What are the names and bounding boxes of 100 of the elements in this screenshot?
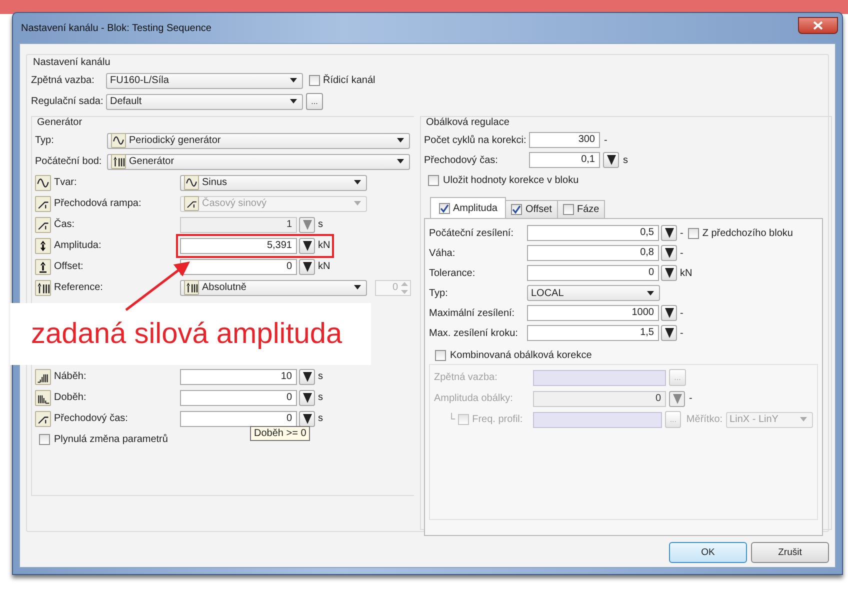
number-field[interactable]: 0 (533, 390, 666, 406)
tab[interactable]: Fáze (556, 200, 606, 218)
checkbox[interactable] (458, 414, 470, 425)
down-triangle-icon (606, 155, 616, 165)
spin-button[interactable] (299, 238, 315, 254)
dropdown[interactable]: Periodický generátor (107, 132, 410, 148)
number-field[interactable]: 0,8 (527, 245, 659, 261)
dropdown[interactable]: LOCAL (527, 285, 660, 301)
field-label: Max. zesílení kroku: (429, 328, 519, 338)
checkbox[interactable] (439, 202, 450, 214)
caret-icon (799, 417, 808, 422)
field-label: Zpětná vazba: (31, 75, 96, 86)
unit-label: s (318, 219, 323, 230)
field-label: Měřítko: (686, 414, 723, 425)
checkbox[interactable] (309, 75, 320, 86)
down-triangle-icon (302, 372, 312, 382)
unit-label: kN (318, 261, 330, 272)
checkbox-label: Řídicí kanál (323, 75, 376, 86)
spin-button[interactable] (299, 258, 315, 274)
checkbox[interactable] (511, 204, 522, 215)
field-label: Amplituda obálky: (434, 393, 514, 404)
dropdown[interactable]: Default (106, 94, 303, 110)
dropdown[interactable]: Generátor (107, 154, 410, 170)
ramp-icon (35, 216, 51, 232)
number-field[interactable]: 10 (180, 368, 297, 384)
field-label: Tvar: (54, 177, 77, 188)
unit-label: - (680, 308, 684, 318)
number-field[interactable]: 0 (180, 410, 297, 426)
dialog-button[interactable]: OK (669, 542, 747, 563)
dropdown[interactable]: Sinus (180, 174, 367, 190)
checkbox[interactable] (428, 174, 439, 186)
number-field[interactable]: 5,391 (180, 238, 297, 254)
field-label: Přechodový čas: (54, 413, 128, 424)
field-label: Váha: (429, 248, 456, 258)
field-label: Čas: (54, 219, 75, 230)
checkbox-label: Z předchozího bloku (702, 228, 793, 238)
sine-wave-icon (35, 174, 51, 190)
spin-button[interactable] (299, 390, 315, 406)
unit-label: kN (680, 268, 692, 278)
spin-button[interactable] (299, 368, 315, 384)
caret-icon (289, 99, 298, 104)
tab[interactable]: Amplituda (430, 197, 506, 218)
dialog-button[interactable]: Zrušit (751, 542, 829, 563)
spin-button[interactable] (661, 245, 677, 261)
spin-button[interactable] (299, 410, 315, 426)
number-field[interactable]: 0 (527, 265, 659, 281)
ramp-down-bars-icon (35, 390, 51, 406)
close-icon (813, 20, 823, 30)
text-field[interactable] (533, 370, 666, 386)
checkbox[interactable] (39, 434, 50, 444)
field-label: Amplituda: (54, 240, 102, 251)
dropdown[interactable]: FU160-L/Síla (106, 72, 303, 88)
number-field[interactable]: 0,1 (529, 152, 600, 168)
field-label: Regulační sada: (31, 96, 103, 107)
field-label: Tolerance: (429, 268, 476, 278)
field-label: Počáteční zesílení: (429, 228, 514, 238)
spin-button[interactable] (661, 305, 677, 321)
number-field[interactable]: 0 (180, 390, 297, 406)
number-field[interactable]: 1000 (527, 305, 659, 321)
checkbox-label: Kombinovaná obálková korekce (450, 350, 592, 360)
spin-button[interactable] (661, 265, 677, 281)
caret-icon (353, 285, 362, 290)
sine-wave-icon (184, 175, 199, 190)
text-field[interactable] (533, 412, 662, 428)
spin-arrows-icon (400, 280, 409, 294)
field-label: Přechodová rampa: (54, 198, 142, 209)
number-field[interactable]: 0 (180, 258, 297, 274)
unit-label: - (604, 134, 608, 146)
ramp-icon (35, 196, 51, 212)
unit-label: s (623, 154, 628, 166)
tooltip: Doběh >= 0 (250, 426, 310, 441)
field-label: Reference: (54, 282, 103, 293)
unit-label: s (318, 413, 323, 424)
caret-icon (353, 180, 362, 185)
tree-branch: └ (448, 414, 456, 425)
down-triangle-icon (302, 220, 312, 230)
spin-button[interactable] (603, 152, 619, 168)
number-field[interactable]: 0,5 (527, 225, 659, 241)
number-field[interactable]: 300 (529, 132, 600, 148)
field-label: Freq. profil: (472, 414, 523, 425)
checkbox-label: Uložit hodnoty korekce v bloku (443, 174, 579, 186)
unit-label: kN (318, 240, 330, 251)
down-triangle-icon (302, 392, 312, 402)
field-label: Typ: (429, 288, 449, 298)
arrow-bars-icon (184, 280, 199, 295)
number-field[interactable]: 1,5 (527, 325, 659, 341)
checkbox[interactable] (562, 204, 574, 215)
field-label: Typ: (35, 135, 54, 146)
checkbox[interactable] (688, 228, 700, 238)
close-button[interactable] (798, 16, 838, 34)
spin-button[interactable] (661, 225, 677, 241)
group-title: Generátor (35, 117, 84, 128)
browse-button[interactable]: ... (306, 93, 323, 110)
spin-button[interactable] (661, 325, 677, 341)
annotation-text: zadaná silová amplituda (10, 303, 371, 365)
down-triangle-icon (302, 262, 312, 272)
tab[interactable]: Offset (505, 200, 558, 218)
checkbox[interactable] (435, 350, 446, 360)
dropdown[interactable]: Absolutně (180, 280, 367, 296)
checkbox-label: Plynulá změna parametrů (54, 434, 168, 444)
